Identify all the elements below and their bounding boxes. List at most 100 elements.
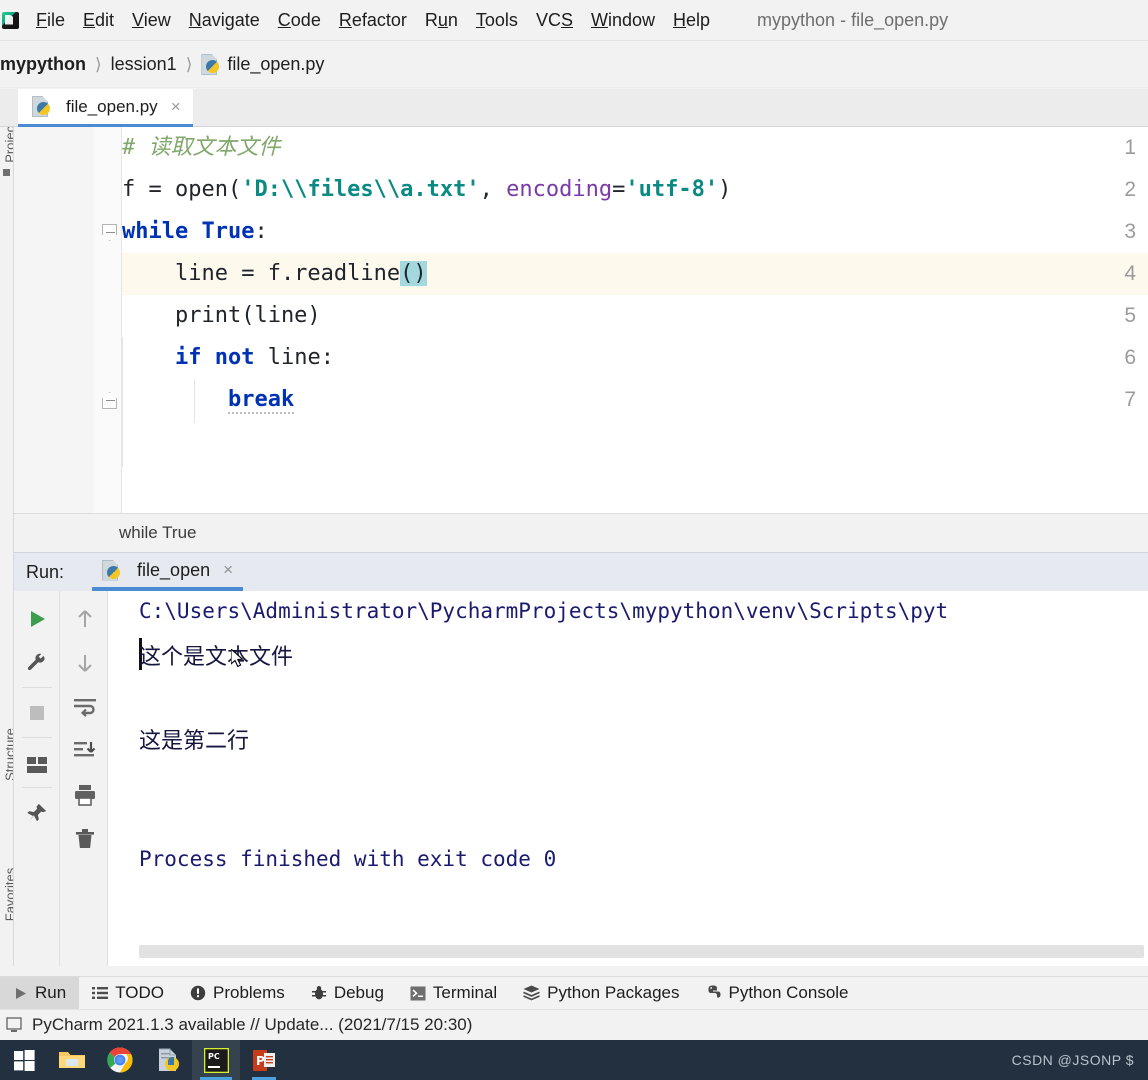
- python-file-icon: [32, 96, 51, 117]
- tool-window-label: Python Console: [728, 983, 848, 1003]
- run-triangle-icon: [13, 986, 28, 1001]
- code-token: =: [612, 177, 625, 202]
- menu-item-code[interactable]: Code: [269, 6, 330, 34]
- run-toolbar-primary: [14, 591, 60, 966]
- tool-window-label: Python Packages: [547, 983, 679, 1003]
- code-token: ): [718, 177, 731, 202]
- python-icon: [102, 560, 121, 581]
- tool-window-python-console[interactable]: Python Console: [692, 977, 861, 1010]
- tool-window-problems[interactable]: Problems: [177, 977, 298, 1010]
- tool-window-python-packages[interactable]: Python Packages: [510, 977, 692, 1010]
- run-panel-label: Run:: [26, 562, 64, 583]
- menu-item-tools[interactable]: Tools: [467, 6, 527, 34]
- scroll-to-end-icon[interactable]: [62, 729, 108, 773]
- run-configuration-tab[interactable]: file_open ×: [92, 553, 243, 591]
- line-number: 2: [1124, 169, 1136, 211]
- tool-window-bar: Run TODO Problems Debug Terminal Python Packa…: [0, 976, 1148, 1009]
- code-token: encoding: [506, 177, 612, 202]
- code-editor[interactable]: 1234567 # 读取文本文件f = open('D:\\files\\a.t…: [14, 127, 1148, 513]
- code-token: ,: [480, 177, 507, 202]
- settings-wrench-icon[interactable]: [14, 641, 60, 685]
- arrow-down-icon[interactable]: [62, 641, 108, 685]
- console-horizontal-scrollbar[interactable]: [139, 945, 1144, 958]
- run-icon[interactable]: [14, 597, 60, 641]
- pycharm-icon[interactable]: PC: [192, 1040, 240, 1080]
- code-line-5[interactable]: print(line): [122, 295, 321, 337]
- code-token: f = open(: [122, 177, 241, 202]
- tool-window-label: Run: [35, 983, 66, 1003]
- code-line-3[interactable]: while True:: [122, 211, 268, 253]
- notification-icon[interactable]: [6, 1016, 22, 1034]
- console-line-path: C:\Users\Administrator\PycharmProjects\m…: [139, 599, 948, 623]
- tool-window-terminal[interactable]: Terminal: [397, 977, 510, 1010]
- print-icon[interactable]: [62, 773, 108, 817]
- editor-tab-label: file_open.py: [66, 97, 158, 117]
- code-token: print(line): [122, 303, 321, 328]
- menu-item-view[interactable]: View: [123, 6, 180, 34]
- code-token: :: [254, 219, 267, 244]
- code-token: (): [400, 261, 427, 286]
- tool-window-label: Debug: [334, 983, 384, 1003]
- editor-tab-file-open[interactable]: file_open.py ×: [18, 89, 193, 127]
- python-idle-icon[interactable]: [144, 1040, 192, 1080]
- run-console-output[interactable]: C:\Users\Administrator\PycharmProjects\m…: [109, 591, 1148, 966]
- menu-item-navigate[interactable]: Navigate: [180, 6, 269, 34]
- editor-structure-breadcrumb: while True: [14, 513, 1148, 553]
- code-token: [122, 345, 175, 370]
- tool-window-debug[interactable]: Debug: [298, 977, 397, 1010]
- breadcrumb-item-file[interactable]: file_open.py: [227, 54, 324, 75]
- chrome-icon[interactable]: [96, 1040, 144, 1080]
- status-bar: PyCharm 2021.1.3 available // Update... …: [0, 1009, 1148, 1040]
- windows-taskbar: PC P CSDN @JSONP $: [0, 1040, 1148, 1080]
- menu-item-file[interactable]: File: [27, 6, 74, 34]
- stripe-item-project[interactable]: Project: [3, 127, 15, 175]
- structure-breadcrumb-text: while True: [119, 523, 196, 543]
- terminal-icon: [410, 986, 426, 1001]
- breadcrumb-item-folder[interactable]: lession1: [111, 54, 177, 75]
- code-line-4[interactable]: line = f.readline(): [122, 253, 427, 295]
- stripe-item-structure[interactable]: Structure: [3, 715, 15, 795]
- powerpoint-icon[interactable]: P: [240, 1040, 288, 1080]
- run-toolbar-secondary: [60, 591, 108, 966]
- code-line-6[interactable]: if not line:: [122, 337, 334, 379]
- problems-icon: [190, 985, 206, 1001]
- file-explorer-icon[interactable]: [48, 1040, 96, 1080]
- menu-item-help[interactable]: Help: [664, 6, 719, 34]
- svg-text:P: P: [256, 1054, 265, 1068]
- stripe-marker-icon: [3, 169, 10, 176]
- menu-item-edit[interactable]: Edit: [74, 6, 123, 34]
- tool-window-label: TODO: [115, 983, 164, 1003]
- menu-bar: FileEditViewNavigateCodeRefactorRunTools…: [0, 0, 1148, 41]
- line-number: 4: [1124, 253, 1136, 295]
- soft-wrap-icon[interactable]: [62, 685, 108, 729]
- breadcrumb: mypython ⟩ lession1 ⟩ file_open.py: [0, 42, 1148, 88]
- editor-tab-bar: file_open.py ×: [0, 89, 1148, 127]
- code-token: line:: [254, 345, 333, 370]
- close-icon[interactable]: ×: [171, 97, 181, 117]
- code-token: while True: [122, 219, 254, 244]
- pin-icon[interactable]: [14, 791, 60, 835]
- stop-icon[interactable]: [14, 691, 60, 735]
- menu-item-vcs[interactable]: VCS: [527, 6, 582, 34]
- status-bar-message[interactable]: PyCharm 2021.1.3 available // Update... …: [32, 1015, 472, 1035]
- breadcrumb-item-project[interactable]: mypython: [0, 54, 86, 75]
- code-line-2[interactable]: f = open('D:\\files\\a.txt', encoding='u…: [122, 169, 731, 211]
- menu-item-refactor[interactable]: Refactor: [330, 6, 416, 34]
- code-line-1[interactable]: # 读取文本文件: [122, 127, 281, 169]
- arrow-up-icon[interactable]: [62, 597, 108, 641]
- code-line-7[interactable]: break: [122, 379, 294, 421]
- console-line-output: 这个是文本文件: [139, 639, 293, 671]
- tool-window-run[interactable]: Run: [0, 977, 79, 1010]
- window-title: mypython - file_open.py: [757, 10, 948, 31]
- trash-icon[interactable]: [62, 817, 108, 861]
- tool-window-todo[interactable]: TODO: [79, 977, 177, 1010]
- menu-item-run[interactable]: Run: [416, 6, 467, 34]
- run-tab-label: file_open: [137, 560, 210, 581]
- tool-window-label: Terminal: [433, 983, 497, 1003]
- windows-start-icon[interactable]: [0, 1040, 48, 1080]
- close-icon[interactable]: ×: [223, 560, 233, 580]
- stripe-item-favorites[interactable]: Favorites: [3, 855, 15, 935]
- menu-item-window[interactable]: Window: [582, 6, 664, 34]
- tool-window-label: Problems: [213, 983, 285, 1003]
- layout-icon[interactable]: [14, 743, 60, 787]
